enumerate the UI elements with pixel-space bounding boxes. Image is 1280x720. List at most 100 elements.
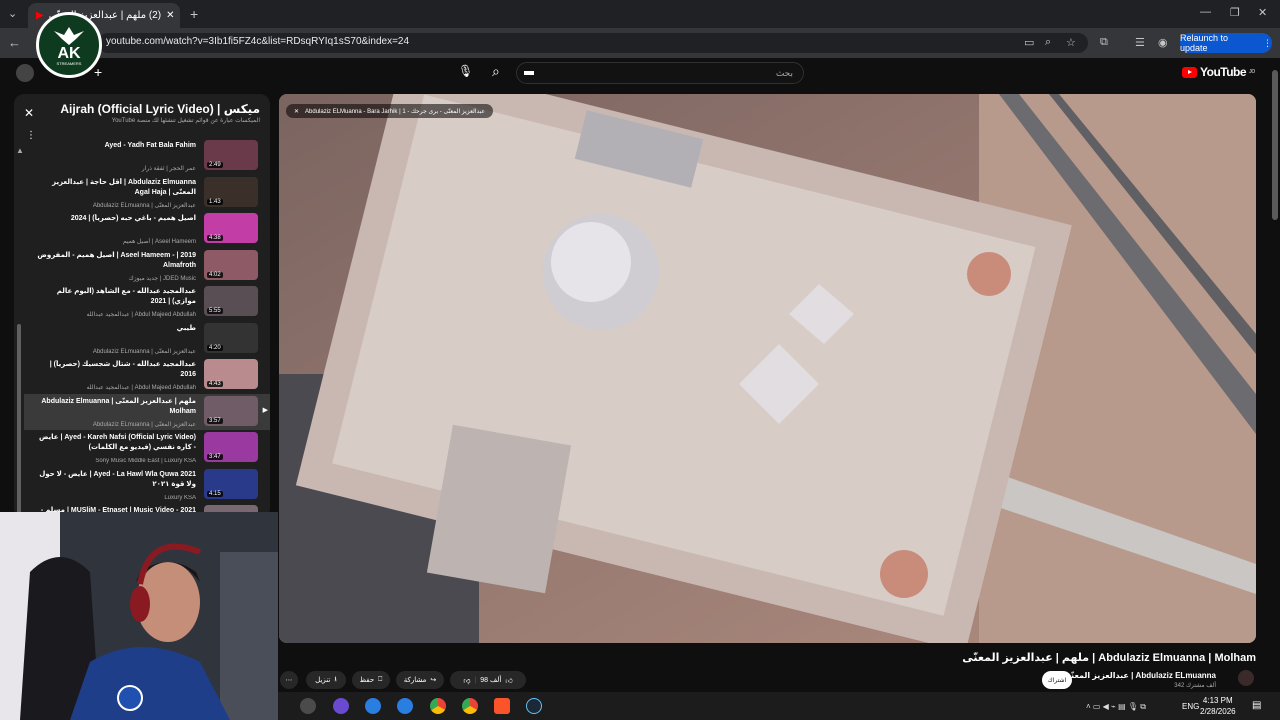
share-button[interactable]: مشاركة ↪ [396, 671, 444, 689]
page-scrollbar[interactable] [1272, 70, 1278, 220]
duration-badge: 2:49 [207, 162, 223, 168]
search-icon[interactable]: ⌕ [492, 63, 500, 80]
playlist-scrollbar[interactable] [17, 324, 21, 514]
list-item[interactable]: 4:15 Ayed - La Hawl Wla Quwa 2021 | عايض … [24, 467, 270, 503]
app-icon-2[interactable] [397, 698, 413, 714]
chrome-icon-2[interactable] [462, 698, 478, 714]
video-frame-image [279, 94, 1256, 643]
system-tray-icons[interactable]: ˄ ▭ ◀︎ ⌁ ▤ 🎙︎ ⧉ [1086, 702, 1146, 712]
list-item[interactable]: 4:02 Aseel Hameem - | 2019 | اصيل هميم - … [24, 248, 270, 284]
search-input[interactable]: بحث [516, 62, 804, 84]
share-icon: ↪ [430, 677, 437, 684]
language-indicator[interactable]: ENG [1182, 702, 1199, 711]
list-item-channel: JDED Music | جديد ميوزك [128, 275, 196, 282]
video-thumbnail[interactable]: 4:38 [204, 213, 258, 243]
close-window-icon[interactable]: ✕ [1258, 6, 1267, 19]
video-thumbnail[interactable]: 3:57 [204, 395, 258, 426]
avatar[interactable] [16, 64, 34, 82]
video-title: ملهم | عبدالعزيز المعنّى | Abdulaziz Elm… [962, 652, 1256, 664]
new-tab-icon[interactable]: + [190, 6, 198, 22]
voice-search-icon[interactable]: 🎙 [458, 64, 473, 78]
playlist-title: ميكس | Ayed - Aijrah (Official Lyric Vid… [60, 102, 260, 116]
download-label: تنزيل [315, 677, 331, 684]
list-item[interactable]: 1:43 Abdulaziz Elmuanna | أقل حاجة | عبدا… [24, 175, 270, 211]
video-thumbnail[interactable]: 4:20 [204, 322, 258, 353]
reading-list-icon[interactable]: ☰ [1135, 36, 1145, 49]
video-chip-text: Abdulaziz ELMuanna - Bara Jarhik | عبدال… [305, 108, 486, 115]
like-count[interactable]: 98 ألف [480, 676, 501, 684]
menu-dots-icon[interactable]: ⋮ [1263, 38, 1272, 49]
save-icon: ⎕ [378, 676, 383, 683]
youtube-country-code: JO [1249, 69, 1255, 75]
list-item[interactable]: 4:43 عبدالمجيد عبدالله - شتال شجسيك (حصري… [24, 357, 270, 393]
channel-name[interactable]: عبدالعزيز المعنّى | Abdulaziz ELmuanna [1063, 671, 1216, 680]
duration-badge: 4:02 [207, 271, 223, 278]
video-thumbnail[interactable]: 3:47 [204, 432, 258, 462]
notifications-icon[interactable]: ▤ [1252, 700, 1261, 711]
dislike-icon[interactable]: 👎︎ [463, 676, 470, 685]
back-icon[interactable]: ← [8, 35, 21, 50]
obs-icon[interactable] [300, 698, 316, 714]
video-player[interactable] [279, 94, 1256, 643]
duration-badge: 4:20 [207, 344, 223, 351]
edge-icon[interactable] [365, 698, 381, 714]
youtube-logo[interactable]: YouTube JO [1182, 65, 1255, 79]
video-title-chip[interactable]: ✕ Abdulaziz ELMuanna - Bara Jarhik | عبد… [286, 104, 494, 118]
close-tab-icon[interactable]: ✕ [166, 10, 174, 21]
channel-avatar[interactable] [1238, 670, 1254, 686]
keyboard-icon[interactable] [524, 71, 534, 75]
create-icon[interactable]: + [94, 64, 102, 80]
more-actions-button[interactable]: ⋯ [280, 671, 298, 689]
list-item[interactable]: 4:20 طيبي عبدالعزيز المعنّى | Abdulaziz EL… [24, 321, 270, 357]
youtube-logo-text: YouTube [1200, 65, 1247, 79]
video-thumbnail[interactable]: 4:43 [204, 359, 258, 389]
url-text[interactable]: youtube.com/watch?v=3Ib1fi5FZ4c&list=RDs… [106, 36, 409, 47]
download-icon: ⭳ [334, 675, 337, 683]
video-thumbnail[interactable]: 1:43 [204, 176, 258, 207]
overlay-logo-text: AK [57, 44, 81, 62]
list-item-channel: Luxury KSA [164, 494, 196, 501]
like-icon[interactable]: 👍︎ [505, 676, 512, 685]
list-item[interactable]: 4:38 اصيل هميم - باغي حبه (حصرياً) | 2024… [24, 211, 270, 247]
search-placeholder: بحث [775, 67, 793, 78]
close-playlist-icon[interactable]: ✕ [24, 106, 34, 120]
video-thumbnail[interactable]: 2:49 [204, 140, 258, 170]
list-item[interactable]: 3:47 Ayed - Kareh Nafsi (Official Lyric V… [24, 430, 270, 466]
profile-icon[interactable]: ◉ [1158, 36, 1168, 49]
chrome-icon[interactable] [430, 698, 446, 714]
scroll-up-icon[interactable]: ▲ [16, 146, 24, 155]
steam-icon[interactable] [526, 698, 542, 714]
list-item[interactable]: 3:57 ملهم | عبدالعزيز المعنّى | Abdulaziz… [24, 393, 270, 430]
relaunch-button[interactable]: Relaunch to update ⋮ [1180, 33, 1272, 53]
zoom-icon[interactable]: ⌕ [1045, 36, 1051, 49]
bookmark-star-icon[interactable]: ☆ [1066, 36, 1076, 49]
close-chip-icon[interactable]: ✕ [294, 108, 299, 115]
brave-icon[interactable] [494, 698, 510, 714]
list-item-channel: عبدالعزيز المعنّى | Abdulaziz ELmuanna [92, 421, 196, 428]
like-dislike-group: 👎︎ | 98 ألف 👍︎ [450, 671, 526, 689]
extensions-icon[interactable]: ⧉ [1100, 36, 1108, 49]
maximize-icon[interactable]: ❐ [1230, 6, 1240, 19]
subscribe-button[interactable]: اشتراك [1042, 671, 1072, 689]
share-label: مشاركة [403, 677, 427, 684]
app-icon[interactable] [333, 698, 349, 714]
list-item[interactable]: 5:55 عبدالمجيد عبدالله - مع الشاهد (البوم… [24, 284, 270, 320]
list-item-title: عبدالمجيد عبدالله - شتال شجسيك (حصرياً) … [49, 361, 196, 378]
list-item-channel: Abdul Majeed Abdullah | عبدالمجيد عبدالل… [86, 312, 196, 318]
list-item-title: ملهم | عبدالعزيز المعنّى | Abdulaziz Elm… [41, 397, 196, 415]
eagle-icon [54, 26, 84, 45]
video-thumbnail[interactable]: 4:02 [204, 249, 258, 280]
video-thumbnail[interactable]: 4:15 [204, 468, 258, 499]
download-button[interactable]: تنزيل ⭳ [306, 671, 346, 689]
list-item-channel: عبدالعزيز المعنّى | Abdulaziz ELmuanna [92, 202, 196, 209]
minimize-icon[interactable]: — [1200, 6, 1211, 18]
like-divider: | [474, 676, 477, 684]
save-button[interactable]: حفظ ⎕ [352, 671, 390, 689]
taskbar-clock[interactable]: 4:13 PM 2/28/2026 [1200, 695, 1236, 717]
tab-list-icon[interactable]: ⌄ [8, 7, 17, 20]
playlist-subtitle: الميكسات عبارة عن قوائم تشغيل تنشئها لك … [111, 118, 260, 124]
list-item[interactable]: 2:49 Ayed - Yadh Fat Bala Fahim عمر الحجر … [24, 138, 270, 174]
more-icon: ⋯ [285, 677, 293, 684]
video-thumbnail[interactable]: 5:55 [204, 286, 258, 316]
cast-icon[interactable]: ▭ [1024, 36, 1034, 49]
